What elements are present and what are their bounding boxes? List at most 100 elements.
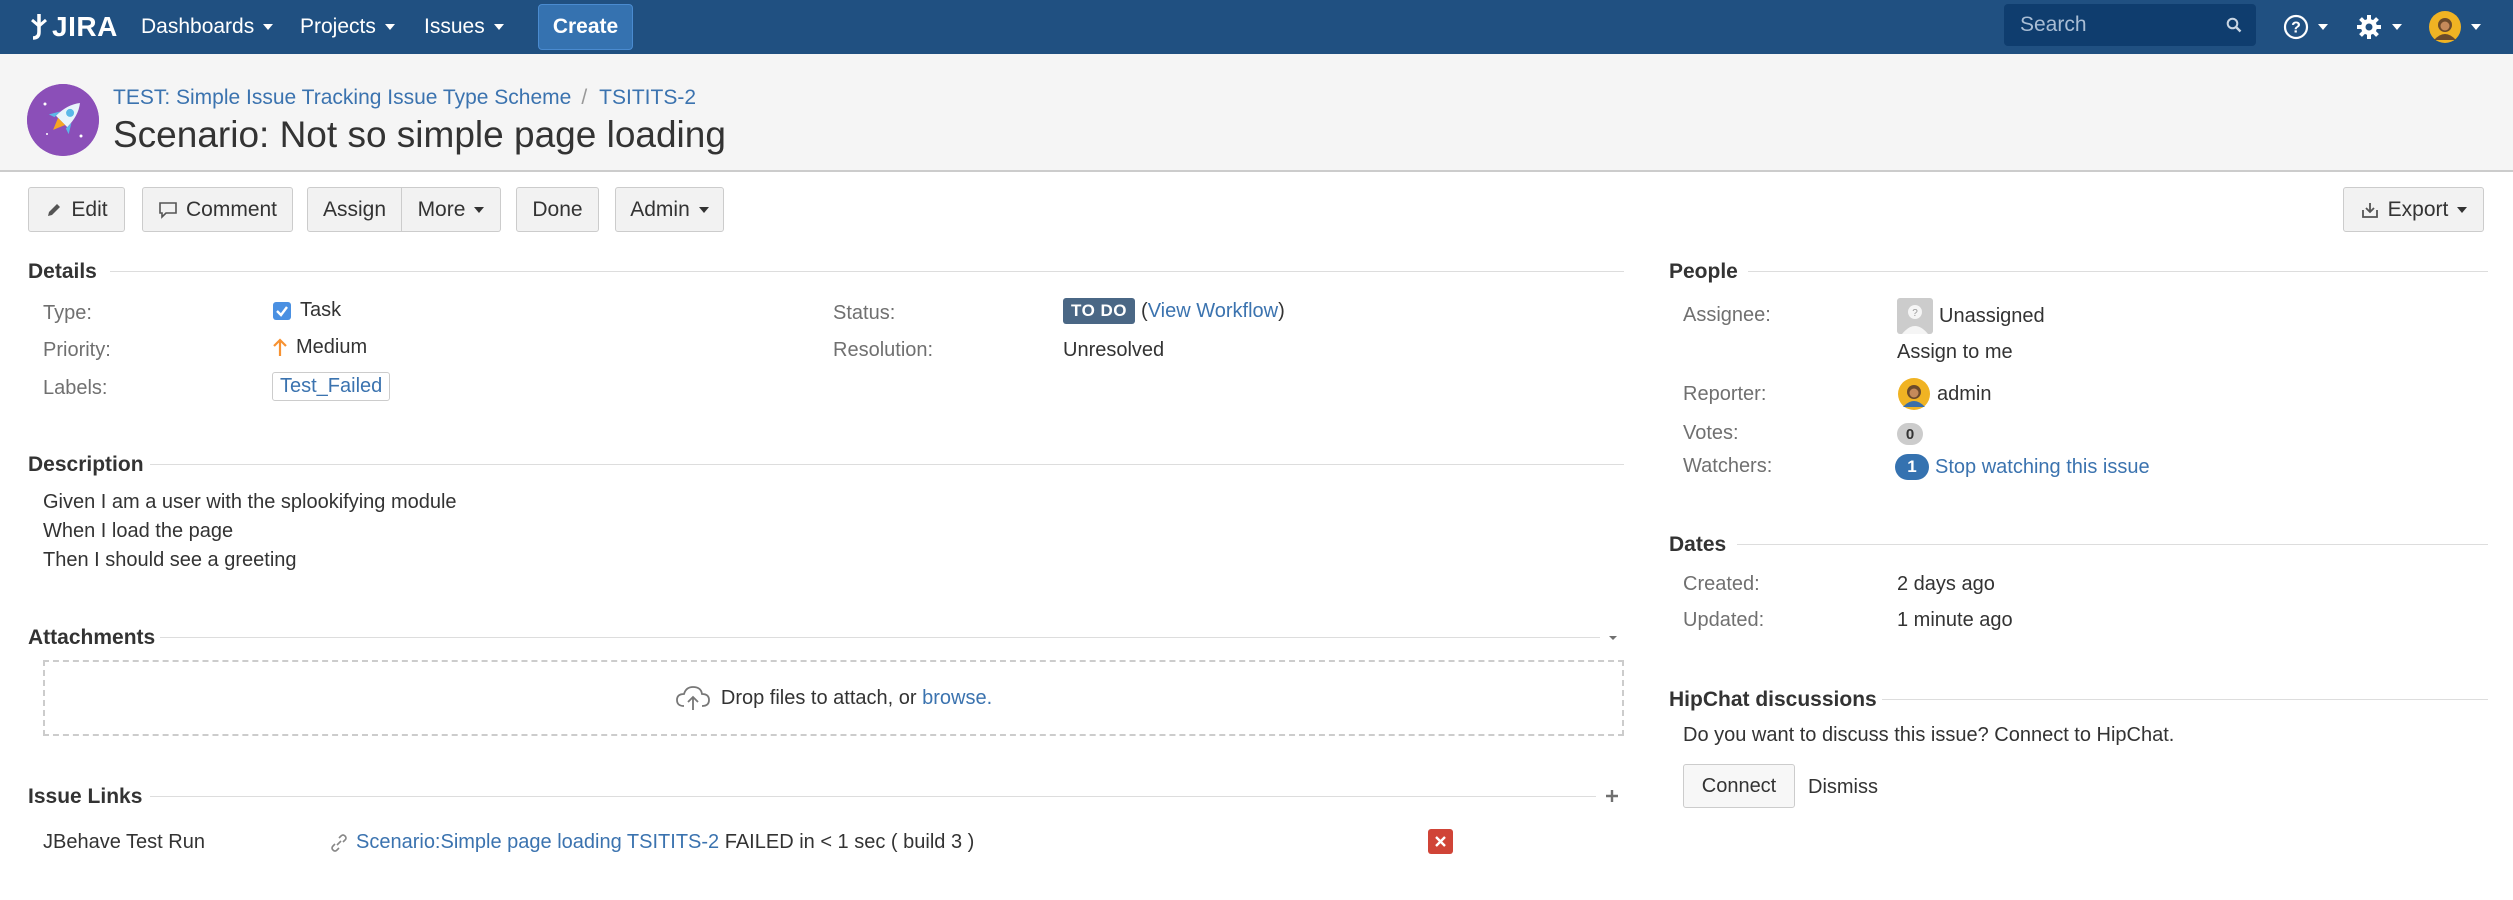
description-divider — [150, 464, 1624, 465]
admin-label: Admin — [630, 197, 690, 221]
export-icon — [2361, 202, 2378, 218]
link-type: JBehave Test Run — [43, 831, 205, 853]
watchers-badge[interactable]: 1 — [1895, 454, 1929, 480]
export-label: Export — [2387, 197, 2449, 221]
add-link-icon[interactable] — [1604, 788, 1620, 804]
description-line: Given I am a user with the splookifying … — [43, 491, 457, 513]
drop-text: Drop files to attach, or — [720, 686, 917, 709]
chevron-down-icon — [493, 24, 504, 30]
user-menu[interactable] — [2428, 0, 2481, 54]
chevron-down-icon — [2392, 24, 2402, 30]
chevron-down-icon — [2471, 24, 2481, 30]
create-button[interactable]: Create — [538, 4, 633, 50]
status-badge: TO DO — [1063, 298, 1136, 324]
jira-logo-icon — [31, 14, 47, 40]
browse-link[interactable]: browse. — [922, 687, 992, 710]
nav-dashboards-label: Dashboards — [141, 15, 255, 38]
page-title[interactable]: Scenario: Not so simple page loading — [113, 114, 726, 156]
arrow-up-icon — [273, 337, 287, 356]
resolution-value: Unresolved — [1063, 339, 1165, 361]
updated-label: Updated: — [1683, 609, 1765, 631]
nav-issues-label: Issues — [424, 15, 485, 38]
linked-issue-link[interactable]: Scenario:Simple page loading TSITITS-2 — [356, 831, 719, 854]
settings-menu[interactable] — [2355, 0, 2402, 54]
votes-label: Votes: — [1683, 422, 1739, 444]
breadcrumb-project-link[interactable]: TEST: Simple Issue Tracking Issue Type S… — [113, 86, 571, 110]
nav-dashboards[interactable]: Dashboards — [141, 0, 274, 54]
issue-links-divider — [150, 796, 1596, 797]
project-avatar[interactable] — [27, 84, 99, 156]
created-label: Created: — [1683, 573, 1760, 595]
issue-link-row: Scenario:Simple page loading TSITITS-2 F… — [330, 831, 974, 854]
search-input[interactable]: Search — [2004, 4, 2256, 46]
people-heading[interactable]: People — [1669, 260, 1738, 284]
issue-links-heading[interactable]: Issue Links — [28, 785, 142, 809]
stop-watching-link[interactable]: Stop watching this issue — [1935, 456, 2150, 479]
more-button[interactable]: More — [402, 187, 501, 232]
hipchat-divider — [1882, 699, 2488, 700]
chevron-down-icon — [474, 206, 485, 213]
hipchat-heading[interactable]: HipChat discussions — [1669, 688, 1877, 712]
export-button[interactable]: Export — [2343, 187, 2484, 232]
comment-button[interactable]: Comment — [142, 187, 293, 232]
link-result: FAILED in < 1 sec ( build 3 ) — [724, 831, 975, 853]
logo-text: JIRA — [52, 11, 118, 42]
pencil-icon — [48, 203, 61, 216]
reporter-value-text: admin — [1937, 382, 1992, 405]
label-tag-test-failed[interactable]: Test_Failed — [272, 372, 391, 401]
nav-issues[interactable]: Issues — [424, 0, 504, 54]
details-heading[interactable]: Details — [28, 260, 97, 284]
updated-value: 1 minute ago — [1897, 609, 2013, 631]
workflow-paren-open: ( — [1141, 299, 1148, 322]
search-placeholder: Search — [2020, 13, 2087, 36]
description-line: When I load the page — [43, 520, 234, 542]
chevron-down-icon[interactable] — [1607, 633, 1619, 643]
workflow-paren-close: ) — [1278, 299, 1285, 322]
priority-label: Priority: — [43, 339, 111, 361]
chevron-down-icon — [698, 206, 709, 213]
votes-value: 0 — [1897, 423, 1923, 445]
unassigned-avatar: ? — [1897, 298, 1933, 334]
details-divider — [110, 271, 1624, 272]
jira-logo[interactable]: JIRA — [28, 8, 118, 46]
gear-icon — [2357, 15, 2381, 39]
admin-button[interactable]: Admin — [615, 187, 724, 232]
chevron-down-icon — [2318, 24, 2328, 30]
edit-button[interactable]: Edit — [28, 187, 125, 232]
task-checkbox-icon — [273, 301, 291, 320]
description-line: Then I should see a greeting — [43, 549, 297, 571]
nav-projects[interactable]: Projects — [300, 0, 395, 54]
watchers-value: 1 Stop watching this issue — [1895, 454, 2150, 480]
rocket-icon — [27, 84, 99, 156]
workflow-button-group: Assign More — [307, 187, 501, 232]
breadcrumb-issue-key[interactable]: TSITITS-2 — [599, 86, 696, 110]
avatar — [1898, 378, 1930, 410]
dismiss-link[interactable]: Dismiss — [1808, 776, 1878, 799]
labels-value: Test_Failed — [272, 372, 391, 401]
description-heading[interactable]: Description — [28, 453, 144, 477]
edit-label: Edit — [71, 197, 108, 221]
link-icon — [331, 833, 347, 852]
assignee-value-text: Unassigned — [1939, 304, 2045, 327]
type-label: Type: — [43, 302, 92, 324]
dates-heading[interactable]: Dates — [1669, 533, 1726, 557]
chevron-down-icon — [384, 24, 395, 30]
assign-to-me-link[interactable]: Assign to me — [1897, 341, 2013, 364]
view-workflow-link[interactable]: View Workflow — [1148, 300, 1278, 323]
chevron-down-icon — [2457, 206, 2468, 213]
remove-link-button[interactable] — [1428, 829, 1453, 854]
svg-text:?: ? — [1912, 308, 1918, 319]
nav-projects-label: Projects — [300, 15, 376, 38]
top-navigation-bar: JIRA Dashboards Projects Issues Create S… — [0, 0, 2513, 54]
done-button[interactable]: Done — [516, 187, 599, 232]
help-menu[interactable]: ? — [2283, 0, 2328, 54]
connect-button[interactable]: Connect — [1683, 764, 1795, 808]
votes-badge[interactable]: 0 — [1897, 423, 1923, 445]
dates-divider — [1737, 544, 2488, 545]
attachment-dropzone[interactable]: Drop files to attach, or browse. — [43, 660, 1624, 736]
status-value: TO DO (View Workflow) — [1063, 298, 1285, 324]
assign-button[interactable]: Assign — [307, 187, 402, 232]
priority-value: Medium — [272, 336, 367, 359]
cloud-upload-icon — [675, 686, 710, 710]
attachments-heading[interactable]: Attachments — [28, 626, 155, 650]
